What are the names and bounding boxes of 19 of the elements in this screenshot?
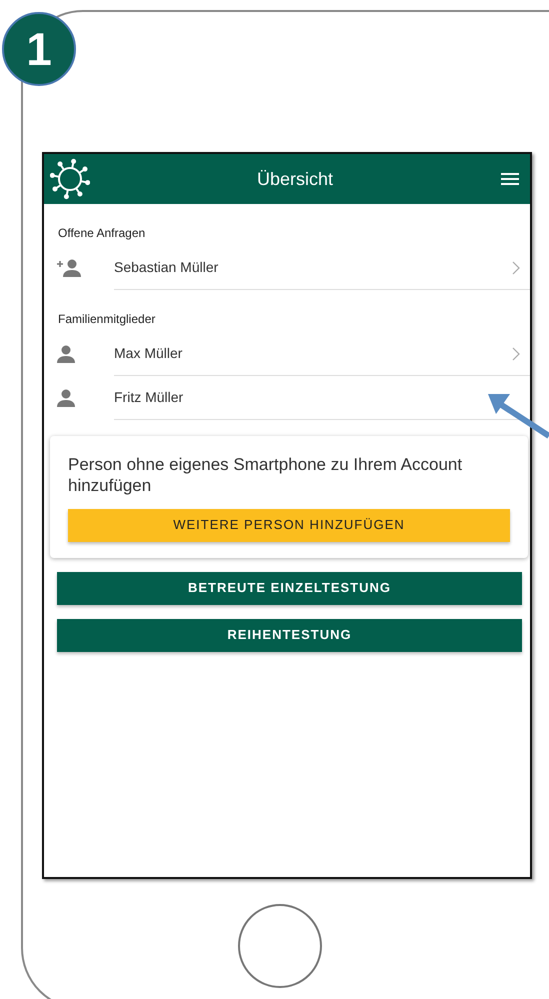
card-text: Person ohne eigenes Smartphone zu Ihrem Account hinzufügen	[68, 454, 464, 496]
person-row[interactable]: Max Müller	[114, 332, 530, 376]
section-heading: Familienmitglieder	[57, 311, 156, 328]
person-name: Max Müller	[114, 344, 184, 363]
person-name: Fritz Müller	[114, 388, 184, 407]
person-icon	[56, 345, 76, 363]
step-number-badge: 1	[2, 12, 76, 86]
person-row[interactable]: Sebastian Müller	[114, 246, 530, 290]
menu-icon[interactable]	[500, 172, 520, 186]
person-icon	[56, 389, 76, 407]
screen-title: Übersicht	[256, 168, 334, 190]
action-button[interactable]: REIHENTESTUNG	[57, 618, 522, 652]
home-button[interactable]	[238, 904, 322, 988]
add-person-icon	[56, 259, 82, 277]
add-person-button[interactable]: WEITERE PERSON HINZUFÜGEN	[68, 508, 510, 542]
action-button[interactable]: BETREUTE EINZELTESTUNG	[57, 572, 522, 604]
section-heading: Offene Anfragen	[57, 225, 146, 242]
person-name: Sebastian Müller	[114, 258, 220, 277]
virus-logo-icon	[50, 158, 90, 200]
